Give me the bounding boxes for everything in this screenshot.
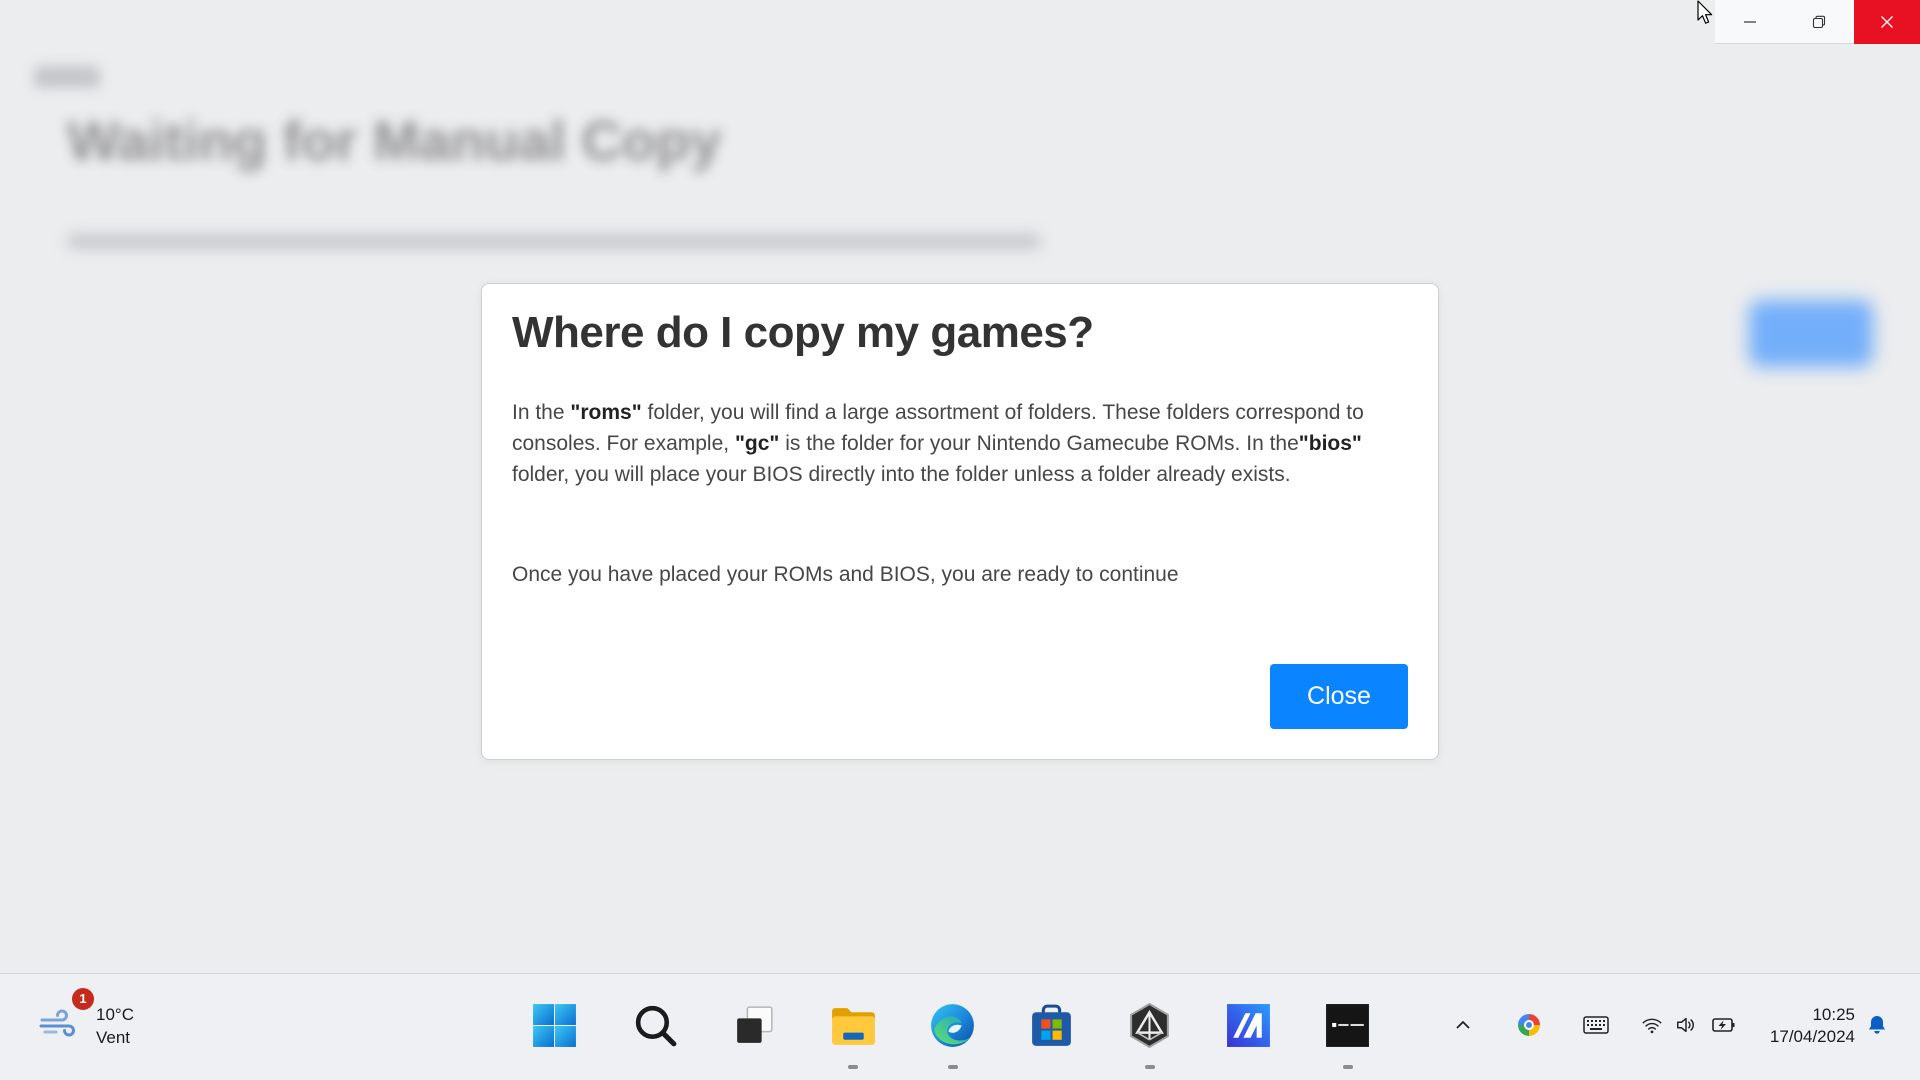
dialog-close-button[interactable]: Close <box>1270 664 1408 729</box>
file-explorer-icon <box>832 1008 875 1045</box>
dialog-text: is the folder for your Nintendo Gamecube… <box>779 432 1299 455</box>
wifi-icon <box>1642 1018 1662 1034</box>
taskbar-microsoft-store[interactable] <box>1027 1001 1076 1050</box>
mouse-cursor-icon <box>1697 0 1713 24</box>
keyboard-icon <box>1583 1016 1609 1034</box>
running-indicator <box>948 1065 958 1069</box>
blue-app-icon <box>1227 1004 1270 1047</box>
clock-date: 17/04/2024 <box>1769 1027 1855 1046</box>
roms-folder-name: "roms" <box>570 401 642 424</box>
close-icon <box>1881 16 1893 28</box>
dialog-text: folder, you will place your BIOS directl… <box>512 463 1291 486</box>
weather-temperature: 10°C <box>96 1005 134 1024</box>
help-dialog: Where do I copy my games? In the "roms" … <box>481 283 1439 760</box>
battery-charging-icon <box>1712 1018 1735 1032</box>
taskbar-search-button[interactable] <box>631 1001 680 1050</box>
weather-widget[interactable]: 1 10°C Vent <box>30 982 150 1070</box>
taskbar-hexagon-app[interactable] <box>1125 1001 1174 1050</box>
minimize-icon <box>1743 20 1756 23</box>
taskbar-emudeck[interactable] <box>1323 1001 1372 1050</box>
wind-icon <box>39 1009 75 1037</box>
weather-alert-badge: 1 <box>72 988 94 1010</box>
taskbar-clock[interactable]: 10:25 17/04/2024 <box>1770 1004 1855 1048</box>
running-indicator <box>848 1065 858 1069</box>
dialog-paragraph-folders: In the "roms" folder, you will find a la… <box>512 397 1396 490</box>
minimize-button[interactable] <box>1715 0 1784 43</box>
taskbar: 1 10°C Vent 10:25 17/04/2024 <box>0 973 1920 1080</box>
bios-folder-name: "bios" <box>1298 432 1362 455</box>
dialog-text: In the <box>512 401 571 424</box>
search-icon <box>635 1005 677 1047</box>
notification-bell-icon <box>1869 1016 1885 1034</box>
edge-icon <box>931 1004 974 1047</box>
restore-icon <box>1812 15 1826 28</box>
show-hidden-icons-button[interactable] <box>1451 1013 1475 1037</box>
chevron-up-icon <box>1456 1021 1470 1029</box>
taskbar-start-button[interactable] <box>530 1001 579 1050</box>
task-view-icon <box>737 1006 773 1043</box>
running-indicator <box>1145 1065 1155 1069</box>
restore-button[interactable] <box>1784 0 1854 43</box>
gc-folder-name: "gc" <box>734 432 780 455</box>
dialog-title: Where do I copy my games? <box>512 308 1094 357</box>
emudeck-icon <box>1326 1004 1369 1047</box>
volume-button[interactable] <box>1674 1013 1698 1037</box>
volume-icon <box>1677 1017 1694 1033</box>
battery-button[interactable] <box>1711 1013 1737 1037</box>
touch-keyboard-button[interactable] <box>1583 1013 1609 1037</box>
microsoft-store-icon <box>1032 1004 1071 1046</box>
notifications-button[interactable] <box>1865 1013 1889 1037</box>
window-controls <box>1715 0 1920 44</box>
taskbar-edge[interactable] <box>928 1001 977 1050</box>
tray-app-button[interactable] <box>1517 1013 1541 1037</box>
clock-time: 10:25 <box>1812 1005 1855 1024</box>
color-circle-icon <box>1518 1014 1540 1036</box>
windows-start-icon <box>533 1004 576 1047</box>
network-button[interactable] <box>1640 1013 1664 1037</box>
taskbar-task-view-button[interactable] <box>730 1001 779 1050</box>
dialog-paragraph-continue: Once you have placed your ROMs and BIOS,… <box>512 563 1179 586</box>
taskbar-file-explorer[interactable] <box>829 1001 878 1050</box>
taskbar-blue-app[interactable] <box>1224 1001 1273 1050</box>
window-close-button[interactable] <box>1854 0 1920 44</box>
running-indicator <box>1343 1065 1353 1069</box>
hexagon-app-icon <box>1130 1002 1169 1049</box>
weather-condition: Vent <box>96 1028 131 1047</box>
